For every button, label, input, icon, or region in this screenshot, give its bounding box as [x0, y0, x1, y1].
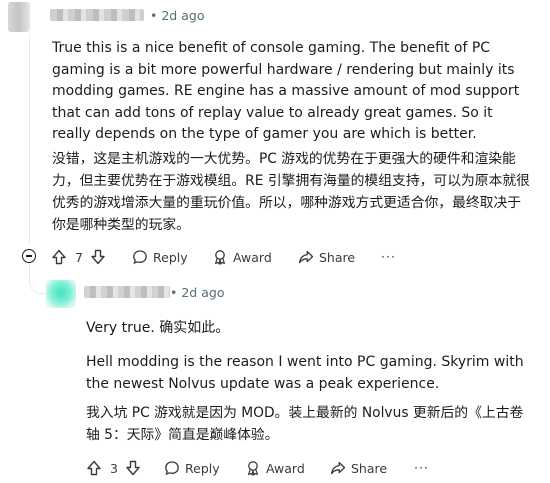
comment-body-zh: 没错，这是主机游戏的一大优势。PC 游戏的优势在于更强大的硬件和渲染能力，但主要…: [52, 151, 530, 233]
share-icon: [330, 460, 346, 476]
more-options-button[interactable]: ···: [381, 249, 396, 264]
reply-body-zh: 我入坑 PC 游戏就是因为 MOD。装上最新的 Nolvus 更新后的《上古卷轴…: [86, 405, 524, 443]
award-label: Award: [233, 249, 272, 265]
reply-actions: 3 Reply Award Share ···: [0, 460, 550, 478]
reply-reply-button[interactable]: Reply: [164, 460, 220, 476]
share-label: Share: [351, 460, 388, 476]
meta-separator: •: [150, 8, 158, 23]
award-label: Award: [266, 460, 305, 476]
award-icon: [245, 460, 261, 476]
reply-vote-count: 3: [110, 460, 118, 476]
upvote-icon[interactable]: [86, 460, 102, 476]
reply-label: Reply: [185, 460, 220, 476]
share-button[interactable]: Share: [298, 249, 355, 265]
comment-actions: 7 Reply Award Share ···: [0, 249, 550, 267]
meta-separator: •: [170, 285, 178, 300]
reply-timestamp: 2d ago: [181, 285, 225, 300]
comment-body-en: True this is a nice benefit of console g…: [52, 40, 520, 142]
share-icon: [298, 249, 314, 265]
vote-group: 7: [51, 249, 106, 265]
more-icon: ···: [381, 249, 396, 264]
timestamp: 2d ago: [161, 8, 205, 23]
reply-award-button[interactable]: Award: [245, 460, 305, 476]
reply-vote-group: 3: [86, 460, 141, 476]
award-button[interactable]: Award: [212, 249, 272, 265]
reply-body-en: Hell modding is the reason I went into P…: [86, 354, 524, 392]
reply-icon: [132, 249, 148, 265]
reply-username-blurred[interactable]: [84, 286, 170, 298]
reply-button[interactable]: Reply: [132, 249, 188, 265]
reply-avatar[interactable]: [46, 280, 76, 308]
reply-label: Reply: [153, 249, 188, 265]
username-blurred[interactable]: [50, 9, 144, 21]
downvote-icon[interactable]: [90, 249, 106, 265]
upvote-icon[interactable]: [51, 249, 67, 265]
reply-icon: [164, 460, 180, 476]
more-icon: ···: [414, 460, 429, 475]
reply-share-button[interactable]: Share: [330, 460, 387, 476]
reply-more-options-button[interactable]: ···: [414, 460, 429, 475]
thread-line[interactable]: [29, 34, 30, 244]
share-label: Share: [319, 249, 356, 265]
avatar[interactable]: [8, 2, 30, 32]
vote-count: 7: [75, 249, 83, 265]
downvote-icon[interactable]: [125, 460, 141, 476]
reply-line-1: Very true. 确实如此。: [86, 320, 230, 336]
comment-meta: • 2d ago: [150, 8, 204, 23]
award-icon: [212, 249, 228, 265]
reply-meta: • 2d ago: [170, 285, 224, 300]
